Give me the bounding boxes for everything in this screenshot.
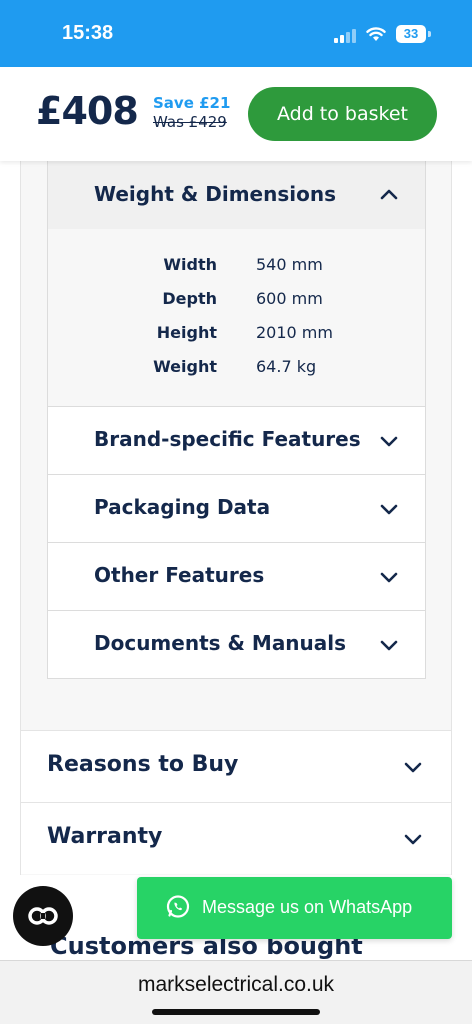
whatsapp-icon	[166, 895, 190, 918]
accordion-title: Reasons to Buy	[47, 752, 239, 777]
chevron-down-icon	[380, 572, 398, 583]
home-indicator	[152, 1009, 320, 1015]
signal-icon	[334, 29, 358, 43]
product-price: £408	[36, 89, 139, 133]
specifications-panel: Weight & Dimensions Width 540 mm Depth 6…	[47, 161, 426, 679]
accordion-title: Other Features	[94, 563, 265, 587]
browser-address-bar[interactable]: markselectrical.co.uk	[0, 960, 472, 1024]
accordion-title: Packaging Data	[94, 495, 271, 519]
spec-label: Weight	[153, 357, 217, 376]
accordion-title: Weight & Dimensions	[94, 182, 336, 206]
dimensions-table: Width 540 mm Depth 600 mm Height 2010 mm…	[48, 229, 425, 407]
battery-icon: 33	[396, 25, 426, 43]
chevron-down-icon	[404, 834, 422, 845]
url-text[interactable]: markselectrical.co.uk	[0, 973, 472, 997]
price-header: £408 Save £21 Was £429 Add to basket	[0, 67, 472, 161]
chevron-down-icon	[380, 436, 398, 447]
status-time: 15:38	[62, 22, 114, 44]
chevron-down-icon	[380, 640, 398, 651]
spec-row: Height 2010 mm	[48, 323, 425, 347]
product-details: Weight & Dimensions Width 540 mm Depth 6…	[20, 161, 452, 875]
accordion-documents-manuals[interactable]: Documents & Manuals	[48, 611, 425, 679]
save-amount: Save £21	[153, 94, 231, 112]
wifi-icon	[366, 27, 386, 41]
co-chat-button[interactable]	[13, 886, 73, 946]
accordion-other-features[interactable]: Other Features	[48, 543, 425, 611]
spec-label: Depth	[162, 289, 217, 308]
spec-row: Weight 64.7 kg	[48, 357, 425, 381]
accordion-reasons-to-buy[interactable]: Reasons to Buy	[21, 730, 451, 802]
add-to-basket-button[interactable]: Add to basket	[248, 87, 437, 141]
accordion-title: Brand-specific Features	[94, 427, 361, 451]
accordion-warranty[interactable]: Warranty	[21, 802, 451, 874]
accordion-title: Documents & Manuals	[94, 631, 347, 655]
spec-value: 64.7 kg	[256, 357, 317, 376]
accordion-title: Warranty	[47, 824, 163, 849]
co-logo-icon	[28, 907, 58, 925]
chevron-up-icon	[380, 189, 398, 200]
status-bar: 15:38 33	[0, 0, 472, 67]
accordion-brand-features[interactable]: Brand-specific Features	[48, 407, 425, 475]
spec-row: Depth 600 mm	[48, 289, 425, 313]
spec-label: Width	[163, 255, 217, 274]
spec-value: 540 mm	[256, 255, 323, 274]
spec-value: 600 mm	[256, 289, 323, 308]
accordion-packaging-data[interactable]: Packaging Data	[48, 475, 425, 543]
was-price: Was £429	[153, 113, 227, 131]
chevron-down-icon	[404, 762, 422, 773]
accordion-weight-dimensions[interactable]: Weight & Dimensions	[48, 161, 425, 229]
whatsapp-label: Message us on WhatsApp	[202, 897, 413, 917]
spec-label: Height	[156, 323, 217, 342]
spec-row: Width 540 mm	[48, 255, 425, 279]
whatsapp-button[interactable]: Message us on WhatsApp	[137, 877, 452, 939]
battery-cap	[428, 31, 431, 37]
spec-value: 2010 mm	[256, 323, 333, 342]
chevron-down-icon	[380, 504, 398, 515]
